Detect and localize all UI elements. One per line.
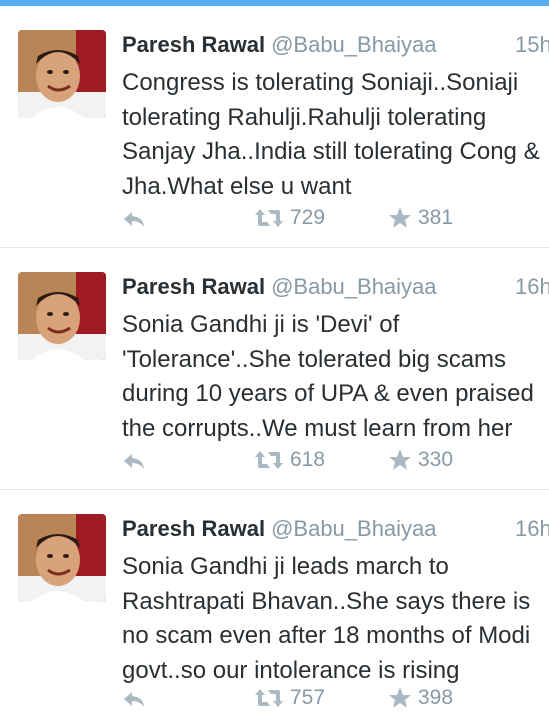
retweet-count: 729 [290,206,326,229]
reply-button[interactable] [122,690,148,710]
author-name[interactable]: Paresh Rawal [122,274,265,299]
retweet-button[interactable]: 618 [254,448,325,476]
author-handle[interactable]: @Babu_Bhaiyaa [271,274,436,299]
author-name[interactable]: Paresh Rawal [122,516,265,541]
retweet-button[interactable]: 729 [254,206,325,234]
tweet-card[interactable]: Paresh Rawal @Babu_Bhaiyaa 16h Sonia Gand… [0,248,549,490]
favorite-count: 330 [418,448,454,471]
tweet-timestamp[interactable]: 15h [515,32,549,58]
favorite-count: 398 [418,686,454,709]
tweet-text: Congress is tolerating Soniaji..Soniaji … [122,69,540,200]
favorite-button[interactable]: 398 [388,686,453,714]
retweet-icon [255,689,283,707]
tweet-actions: 757 398 [0,686,549,714]
favorite-count: 381 [418,206,454,229]
reply-button[interactable] [122,452,148,472]
tweet-header: Paresh Rawal @Babu_Bhaiyaa 16h [122,274,549,308]
reply-button[interactable] [122,210,148,230]
avatar[interactable] [18,30,106,118]
tweet-actions: 729 381 [0,206,549,234]
star-icon [389,687,411,708]
tweet-actions: 618 330 [0,448,549,476]
retweet-count: 757 [290,686,326,709]
reply-icon [124,212,144,227]
tweet-timestamp[interactable]: 16h [515,274,549,300]
reply-icon [124,692,144,707]
author-handle[interactable]: @Babu_Bhaiyaa [271,516,436,541]
tweet-timestamp[interactable]: 16h [515,516,549,542]
avatar[interactable] [18,272,106,360]
tweet-header: Paresh Rawal @Babu_Bhaiyaa 15h [122,32,549,66]
tweet-text: Sonia Gandhi ji is 'Devi' of 'Tolerance'… [122,311,534,442]
favorite-button[interactable]: 330 [388,448,453,476]
star-icon [389,207,411,228]
star-icon [389,449,411,470]
avatar[interactable] [18,514,106,602]
retweet-count: 618 [290,448,326,471]
tweet-card[interactable]: Paresh Rawal @Babu_Bhaiyaa 15h Congress i… [0,6,549,248]
reply-icon [124,454,144,469]
tweet-header: Paresh Rawal @Babu_Bhaiyaa 16h [122,516,549,550]
retweet-icon [255,451,283,469]
author-handle[interactable]: @Babu_Bhaiyaa [271,32,436,57]
retweet-icon [255,209,283,227]
tweet-text: Sonia Gandhi ji leads march to Rashtrapa… [122,553,531,684]
retweet-button[interactable]: 757 [254,686,325,714]
tweet-card[interactable]: Paresh Rawal @Babu_Bhaiyaa 16h Sonia Gand… [0,490,549,720]
favorite-button[interactable]: 381 [388,206,453,234]
author-name[interactable]: Paresh Rawal [122,32,265,57]
